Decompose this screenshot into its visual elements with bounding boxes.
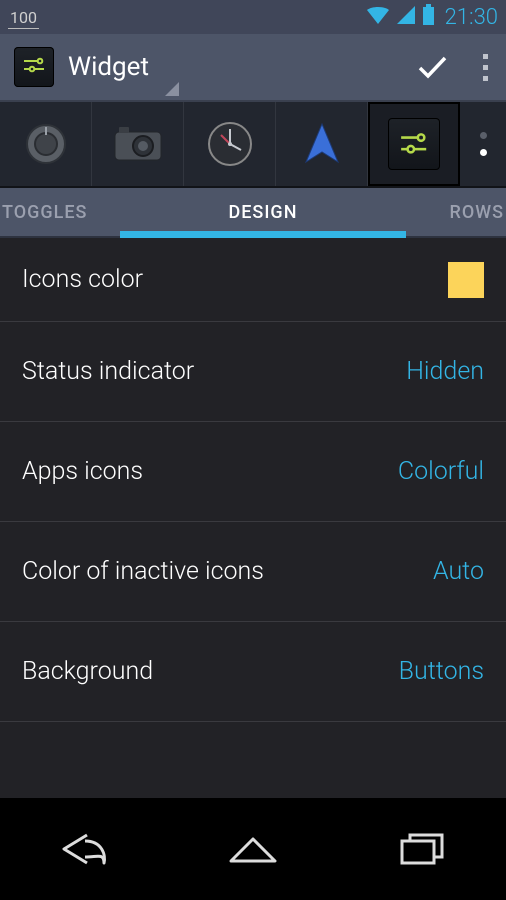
recents-icon — [396, 829, 448, 869]
setting-label: Color of inactive icons — [22, 557, 433, 586]
setting-inactive-icons-color[interactable]: Color of inactive icons Auto — [0, 522, 506, 622]
home-button[interactable] — [193, 819, 313, 879]
checkmark-icon — [412, 47, 452, 87]
color-swatch — [448, 262, 484, 298]
tab-rows[interactable]: ROWS — [406, 188, 506, 236]
app-icon[interactable] — [10, 43, 58, 91]
title-spinner[interactable]: Widget — [68, 34, 149, 100]
battery-percent: 100 — [8, 7, 39, 28]
setting-background[interactable]: Background Buttons — [0, 622, 506, 722]
clock: 21:30 — [445, 5, 498, 30]
navigate-icon — [302, 122, 342, 166]
strip-page-indicator[interactable] — [460, 102, 506, 186]
overflow-menu-button[interactable] — [464, 34, 506, 100]
tab-design[interactable]: DESIGN — [120, 188, 406, 236]
home-icon — [225, 829, 281, 869]
page-dot-icon — [480, 132, 487, 139]
page-title: Widget — [68, 52, 149, 82]
app-icon — [388, 118, 440, 170]
setting-label: Status indicator — [22, 357, 406, 386]
clock-icon — [206, 120, 254, 168]
setting-label: Background — [22, 657, 399, 686]
strip-item-navigate[interactable] — [276, 102, 368, 186]
overflow-dot-icon — [483, 54, 488, 59]
strip-item-clock[interactable] — [184, 102, 276, 186]
confirm-button[interactable] — [400, 34, 464, 100]
strip-item-camera[interactable] — [92, 102, 184, 186]
camera-icon — [113, 124, 163, 164]
tab-bar: TOGGLES DESIGN ROWS — [0, 188, 506, 238]
setting-value: Hidden — [406, 357, 484, 386]
settings-list: Icons color Status indicator Hidden Apps… — [0, 238, 506, 798]
back-icon — [54, 829, 114, 869]
cell-signal-icon — [396, 5, 416, 30]
status-bar: 100 21:30 — [0, 0, 506, 34]
dial-icon — [23, 121, 69, 167]
overflow-dot-icon — [483, 65, 488, 70]
setting-status-indicator[interactable]: Status indicator Hidden — [0, 322, 506, 422]
back-button[interactable] — [24, 819, 144, 879]
overflow-dot-icon — [483, 76, 488, 81]
setting-value: Buttons — [399, 657, 484, 686]
wifi-icon — [366, 5, 390, 30]
setting-label: Icons color — [22, 265, 448, 294]
setting-icons-color[interactable]: Icons color — [0, 238, 506, 322]
page-dot-icon — [480, 149, 487, 156]
setting-value: Auto — [433, 557, 484, 586]
setting-apps-icons[interactable]: Apps icons Colorful — [0, 422, 506, 522]
action-bar: Widget — [0, 34, 506, 102]
strip-item-dial[interactable] — [0, 102, 92, 186]
strip-item-app[interactable] — [368, 102, 460, 186]
spinner-indicator-icon — [165, 82, 179, 96]
tab-toggles[interactable]: TOGGLES — [0, 188, 120, 236]
navigation-bar — [0, 798, 506, 900]
recents-button[interactable] — [362, 819, 482, 879]
setting-value: Colorful — [398, 457, 484, 486]
battery-icon — [422, 4, 435, 31]
widget-preview-strip[interactable] — [0, 102, 506, 188]
setting-label: Apps icons — [22, 457, 398, 486]
